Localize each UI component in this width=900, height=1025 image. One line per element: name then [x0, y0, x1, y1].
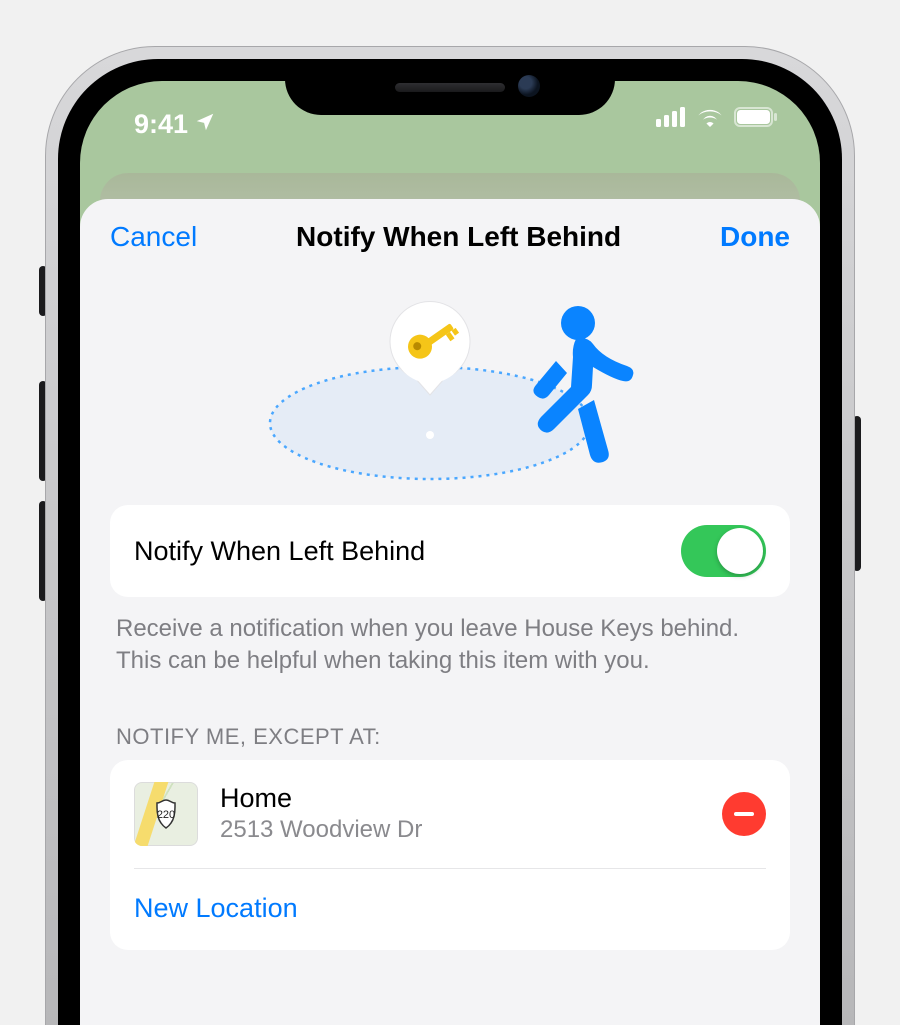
sheet-title: Notify When Left Behind	[296, 221, 621, 253]
statusbar-time: 9:41	[134, 109, 188, 140]
cancel-button[interactable]: Cancel	[110, 221, 197, 253]
notify-left-behind-sheet: Cancel Notify When Left Behind Done	[80, 199, 820, 1025]
iphone-device-frame: 9:41	[45, 46, 855, 1025]
remove-exception-button[interactable]	[722, 792, 766, 836]
notify-description: Receive a notification when you leave Ho…	[110, 613, 790, 678]
location-services-icon	[194, 109, 216, 140]
notify-toggle-row[interactable]: Notify When Left Behind	[134, 505, 766, 597]
cellular-signal-icon	[656, 107, 686, 132]
new-location-button[interactable]: New Location	[134, 893, 298, 924]
notify-toggle-switch[interactable]	[681, 525, 766, 577]
earpiece-speaker	[395, 83, 505, 92]
exception-row-home[interactable]: 220 Home 2513 Woodview Dr	[134, 760, 766, 869]
map-thumbnail-icon: 220	[134, 782, 198, 846]
display-notch	[285, 59, 615, 115]
except-at-section-header: NOTIFY ME, EXCEPT AT:	[110, 724, 790, 760]
notify-toggle-card: Notify When Left Behind	[110, 505, 790, 597]
left-behind-illustration	[110, 275, 790, 505]
front-camera	[518, 75, 540, 97]
notify-toggle-label: Notify When Left Behind	[134, 536, 425, 567]
exception-name: Home	[220, 783, 700, 814]
done-button[interactable]: Done	[720, 221, 790, 253]
minus-icon	[734, 812, 754, 816]
svg-text:220: 220	[157, 809, 175, 821]
sheet-header: Cancel Notify When Left Behind Done	[110, 199, 790, 275]
phone-screen: 9:41	[80, 81, 820, 1025]
battery-icon	[734, 107, 778, 132]
wifi-icon	[696, 107, 724, 132]
exceptions-card: 220 Home 2513 Woodview Dr	[110, 760, 790, 950]
exception-address: 2513 Woodview Dr	[220, 816, 700, 844]
